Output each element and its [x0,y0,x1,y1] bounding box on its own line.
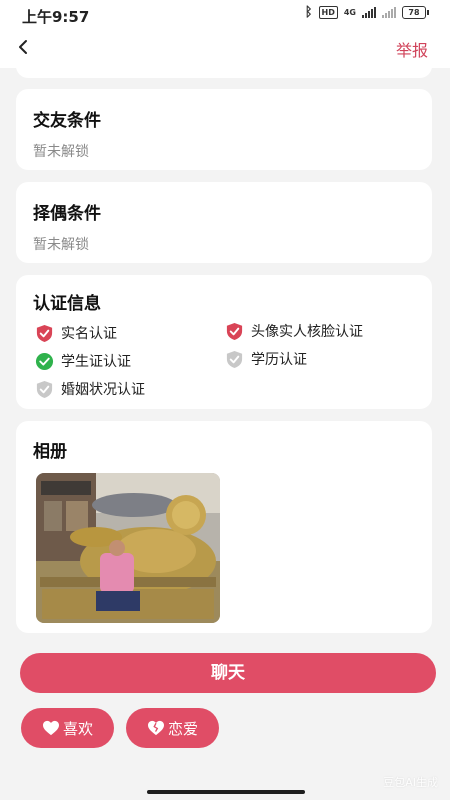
album-title: 相册 [33,442,67,462]
cert-label: 学历认证 [251,352,307,368]
status-icons: ᛒ HD 4G 78 [304,5,429,20]
album-card: 相册 [16,421,432,633]
cert-label: 婚姻状况认证 [61,382,145,398]
hd-icon: HD [318,6,338,19]
love-label: 恋爱 [167,719,198,738]
mate-conditions-value: 暂未解锁 [33,237,89,253]
love-button[interactable]: 恋爱 [126,708,219,748]
signal-icon-secondary [382,7,396,18]
shield-check-icon [226,350,243,368]
cert-label: 实名认证 [61,326,117,342]
album-photo[interactable] [36,473,220,623]
friend-conditions-title: 交友条件 [33,111,101,131]
previous-card-bottom [16,60,432,78]
photo-image [36,473,220,623]
mate-conditions-card: 择偶条件 暂未解锁 [16,182,432,263]
verification-title: 认证信息 [33,294,101,314]
status-time: 上午9:57 [22,8,90,26]
ai-watermark: 豆包AI生成 [383,776,438,789]
bluetooth-icon: ᛒ [304,5,313,20]
heart-icon [42,720,59,736]
friend-conditions-card: 交友条件 暂未解锁 [16,89,432,170]
check-circle-icon [35,352,54,370]
like-label: 喜欢 [62,719,93,738]
report-button[interactable]: 举报 [396,37,428,61]
cert-education: 学历认证 [225,349,307,369]
verification-card: 认证信息 实名认证 头像实人核脸认证 学生证认证 学历认证 婚姻状况认证 [16,275,432,409]
signal-icon [362,7,376,18]
cert-label: 学生证认证 [61,354,131,370]
network-type: 4G [343,7,356,17]
cert-real-name: 实名认证 [35,323,117,343]
status-bar: 上午9:57 ᛒ HD 4G 78 [0,0,450,28]
cert-face-verification: 头像实人核脸认证 [225,321,363,341]
home-indicator[interactable] [147,790,305,794]
mate-conditions-title: 择偶条件 [33,204,101,224]
battery-icon: 78 [402,6,429,19]
cert-marital-status: 婚姻状况认证 [35,379,145,399]
shield-check-icon [226,322,243,340]
chat-button[interactable]: 聊天 [20,653,436,693]
like-button[interactable]: 喜欢 [21,708,114,748]
shield-check-icon [36,380,53,398]
broken-heart-icon [147,720,164,736]
shield-check-icon [36,324,53,342]
friend-conditions-value: 暂未解锁 [33,144,89,160]
cert-label: 头像实人核脸认证 [251,324,363,340]
cert-student-id: 学生证认证 [35,351,131,371]
